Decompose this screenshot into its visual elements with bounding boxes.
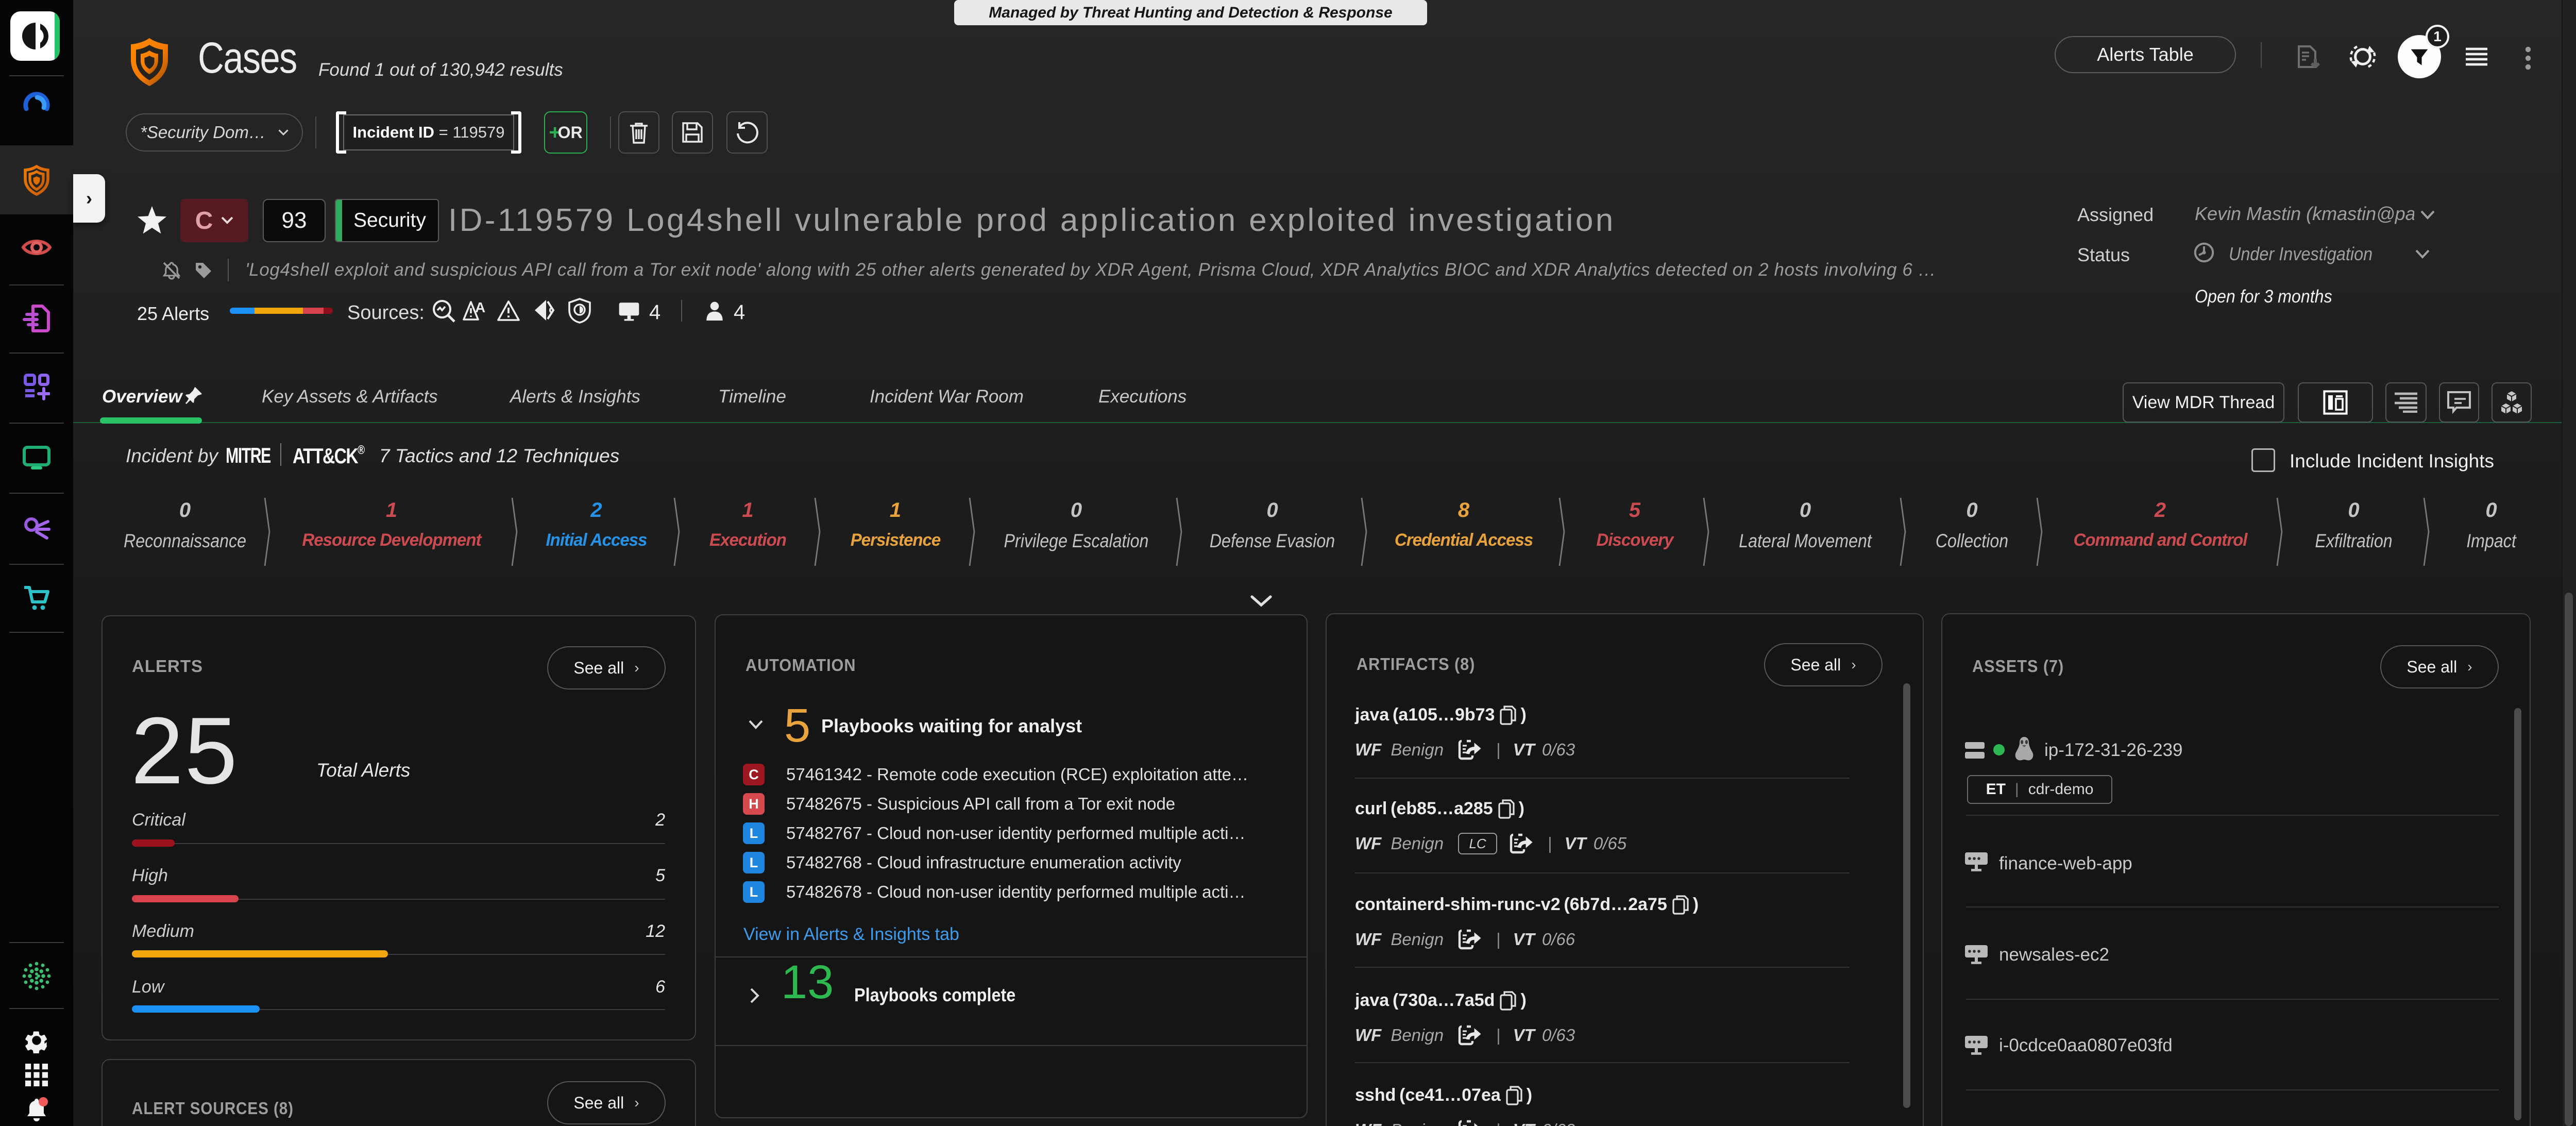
- svg-text:A: A: [475, 299, 485, 315]
